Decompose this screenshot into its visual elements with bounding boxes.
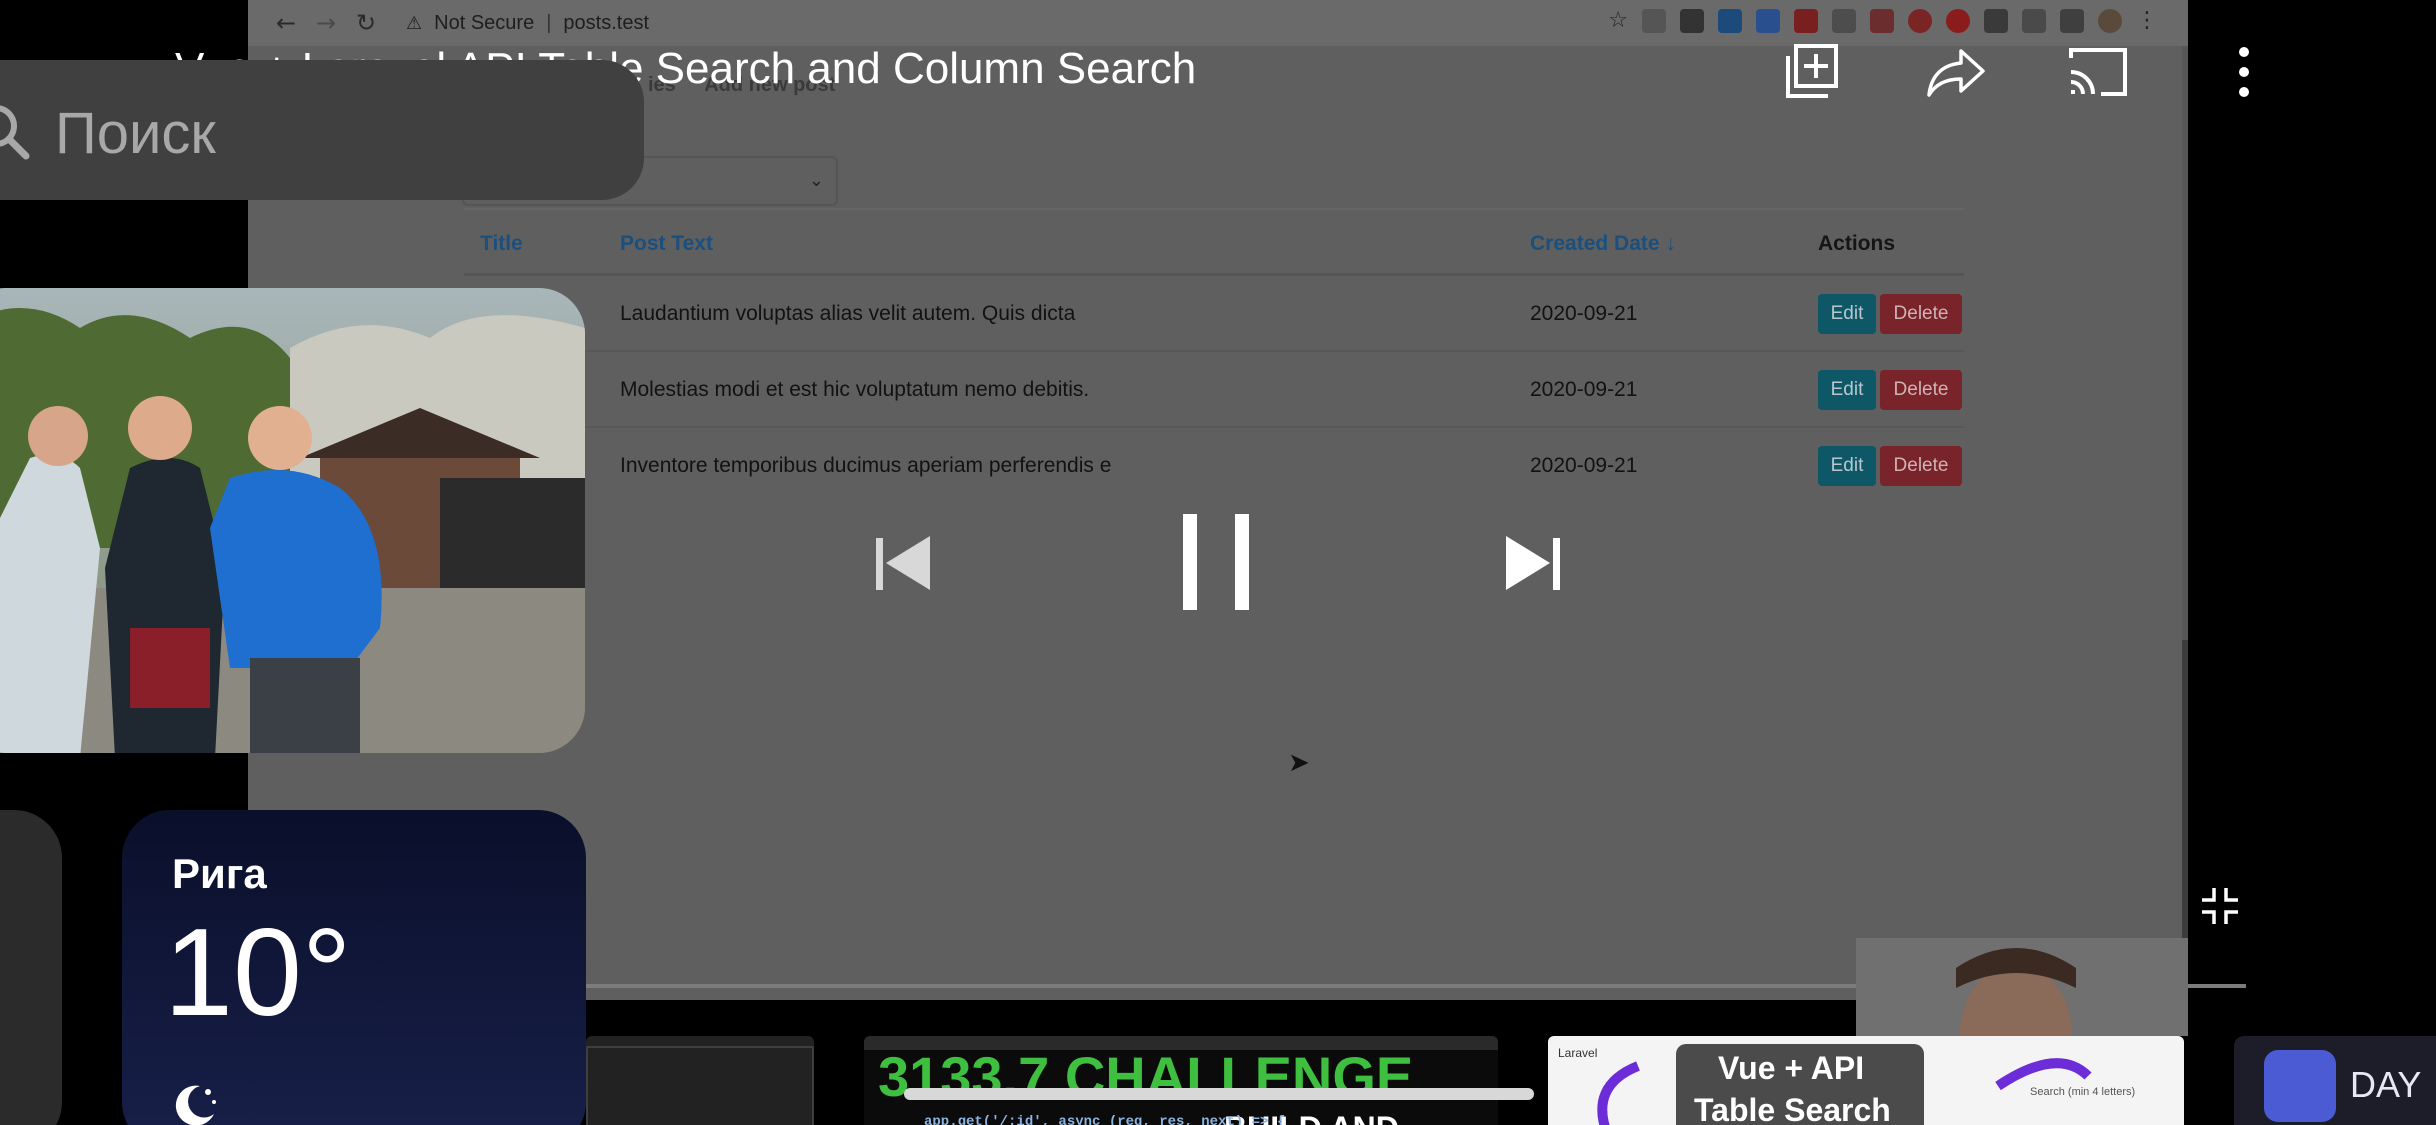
weather-widget[interactable]: Рига 10° xyxy=(122,810,586,1125)
thumbnail-chip-text: DAY xyxy=(2350,1064,2422,1105)
star-icon: ☆ xyxy=(1608,8,1628,33)
next-icon[interactable] xyxy=(1500,528,1570,598)
photos-widget[interactable] xyxy=(0,288,585,753)
edit-button: Edit xyxy=(1818,446,1876,486)
table-row: Molestias modi et est hic voluptatum nem… xyxy=(464,352,1964,428)
cell-created-date: 2020-09-21 xyxy=(1530,378,1638,401)
header-created-date: Created Date ↓ xyxy=(1530,232,1676,255)
up-next-thumbnail[interactable]: DAY xyxy=(2234,1036,2436,1125)
chrome-menu-icon: ⋮ xyxy=(2136,8,2158,33)
search-icon xyxy=(0,100,34,169)
thumbnail-code: app.get('/:id', async (req, res, next) =… xyxy=(924,1114,1286,1125)
adblock-icon xyxy=(1946,8,1970,33)
app-logo-icon xyxy=(2264,1050,2336,1122)
posts-table: Title Post Text Created Date ↓ Actions L… xyxy=(464,208,1964,504)
table-header: Title Post Text Created Date ↓ Actions xyxy=(464,208,1964,276)
home-indicator[interactable] xyxy=(904,1088,1534,1100)
extensions-row: ☆ ⋮ xyxy=(1608,8,2158,33)
table-row: Inventore temporibus ducimus aperiam per… xyxy=(464,428,1964,504)
share-icon[interactable] xyxy=(1924,40,1988,104)
widget-card-edge xyxy=(0,810,62,1125)
up-next-thumbnail[interactable]: 3133.7 CHALLENGE BUILD AND app.get('/:id… xyxy=(864,1036,1498,1125)
mouse-cursor-icon: ➤ xyxy=(1288,748,1310,778)
cell-post-text: Molestias modi et est hic voluptatum nem… xyxy=(620,378,1090,401)
url-text: posts.test xyxy=(563,11,650,34)
delete-button: Delete xyxy=(1880,294,1962,334)
delete-button: Delete xyxy=(1880,446,1962,486)
edit-button: Edit xyxy=(1818,370,1876,410)
delete-button: Delete xyxy=(1880,370,1962,410)
extension-grey-icon xyxy=(1832,8,1856,33)
cell-created-date: 2020-09-21 xyxy=(1530,454,1638,477)
address-bar: ⚠ Not Secure | posts.test xyxy=(406,5,649,41)
extension-blue-icon xyxy=(1756,8,1780,33)
edit-button: Edit xyxy=(1818,294,1876,334)
reload-icon: ↻ xyxy=(355,9,377,37)
address-separator: | xyxy=(546,11,552,34)
profile-avatar xyxy=(2098,8,2122,33)
trello-icon xyxy=(1718,8,1742,33)
chevron-down-icon: ⌄ xyxy=(808,170,824,191)
puzzle-icon xyxy=(1984,8,2008,33)
forward-arrow-icon: → xyxy=(315,9,337,37)
previous-icon[interactable] xyxy=(866,528,936,598)
spotlight-search-field[interactable]: Поиск xyxy=(0,60,644,200)
pause-icon[interactable] xyxy=(1176,510,1256,614)
moon-stars-icon xyxy=(170,1080,220,1125)
extension-red-icon xyxy=(1794,8,1818,33)
cast-icon[interactable] xyxy=(2066,40,2130,104)
cell-created-date: 2020-09-21 xyxy=(1530,302,1638,325)
weather-city: Рига xyxy=(172,850,267,897)
table-row: Laudantium voluptas alias velit autem. Q… xyxy=(464,276,1964,352)
webcam-overlay xyxy=(1856,938,2188,1036)
more-vert-icon[interactable] xyxy=(2212,40,2276,104)
extension-badge-icon xyxy=(1870,8,1894,33)
thumbnail-search-hint: Search (min 4 letters) xyxy=(2030,1086,2136,1098)
add-to-queue-icon[interactable] xyxy=(1780,40,1844,104)
thumbnail-title-line2: Table Search xyxy=(1694,1092,1891,1125)
cell-post-text: Laudantium voluptas alias velit autem. Q… xyxy=(620,302,1076,325)
page-scrollbar-thumb xyxy=(2182,640,2188,940)
reading-list-icon xyxy=(2060,8,2084,33)
warning-icon: ⚠ xyxy=(406,12,423,34)
up-next-thumbnail[interactable] xyxy=(586,1036,814,1125)
buffer-icon xyxy=(1680,8,1704,33)
thumbnail-title-line1: Vue + API xyxy=(1718,1050,1865,1086)
pocket-icon xyxy=(1642,8,1666,33)
header-actions: Actions xyxy=(1818,232,1896,255)
up-next-thumbnail[interactable]: Laravel Vue + API Table Search Search (m… xyxy=(1548,1036,2184,1125)
weather-temperature: 10° xyxy=(164,904,352,1042)
cast-tab-icon xyxy=(2022,8,2046,33)
exit-fullscreen-icon[interactable] xyxy=(2198,884,2242,928)
extension-shield-icon xyxy=(1908,8,1932,33)
back-arrow-icon: ← xyxy=(275,9,297,37)
security-label: Not Secure xyxy=(434,11,535,34)
header-post-text: Post Text xyxy=(620,232,713,255)
header-title: Title xyxy=(480,232,523,255)
browser-toolbar: ← → ↻ ⚠ Not Secure | posts.test ☆ ⋮ xyxy=(248,0,2188,46)
search-placeholder: Поиск xyxy=(55,101,216,166)
cell-post-text: Inventore temporibus ducimus aperiam per… xyxy=(620,454,1112,477)
